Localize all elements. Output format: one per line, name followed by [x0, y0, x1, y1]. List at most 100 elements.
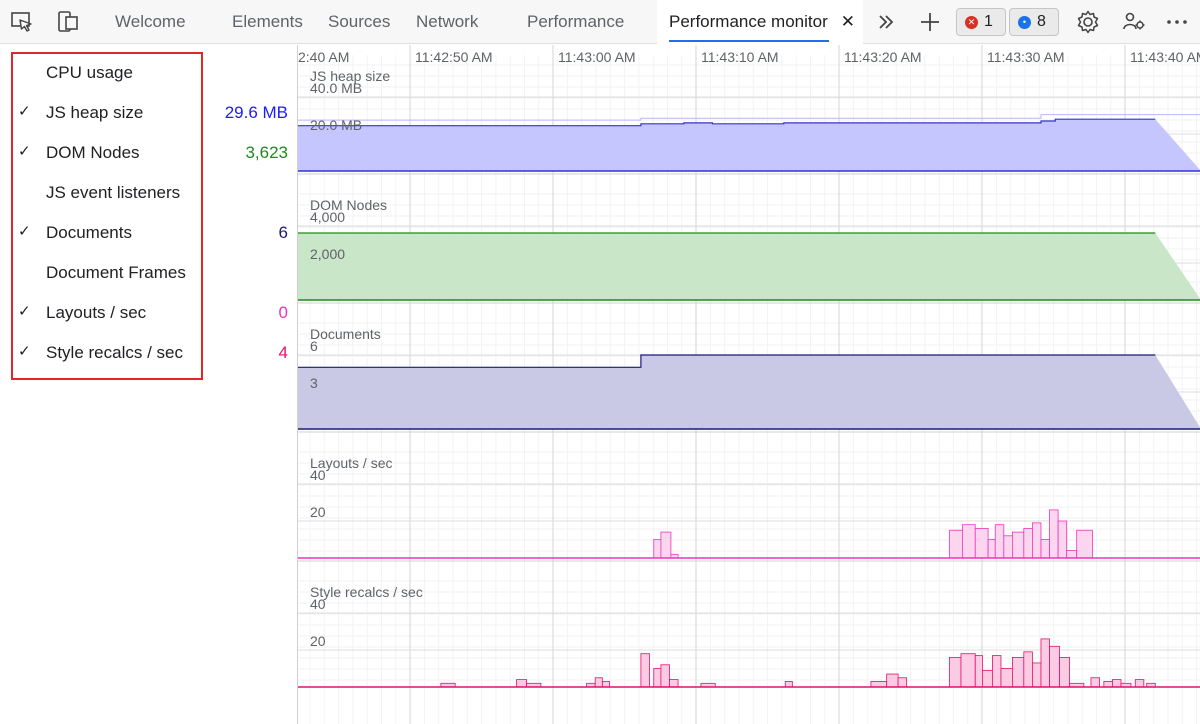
series-bar — [974, 527, 989, 559]
series-bar — [1066, 550, 1078, 559]
series-bar — [1023, 651, 1033, 688]
value-axis-label: 40 — [310, 467, 326, 483]
metric-toggle[interactable]: ✓ Layouts / sec 0 — [0, 294, 298, 334]
message-count: 8 — [1037, 13, 1046, 30]
series-bar — [1049, 645, 1060, 688]
series-bar — [949, 529, 963, 559]
checkmark-icon: ✓ — [18, 223, 31, 240]
more-options-icon[interactable] — [1163, 8, 1191, 36]
checkmark-icon: ✓ — [18, 303, 31, 320]
value-axis-label: 2,000 — [310, 246, 346, 262]
series-bar — [960, 653, 976, 688]
series-bar — [994, 524, 1005, 559]
time-tick-label: 11:43:30 AM — [987, 49, 1065, 65]
series-bar — [660, 531, 672, 559]
series-bar — [870, 681, 888, 688]
checkmark-icon: ✓ — [18, 143, 31, 160]
time-tick-label: 11:42:50 AM — [415, 49, 493, 65]
value-axis-label: 20.0 MB — [310, 117, 363, 133]
errors-badge[interactable]: ✕ 1 — [956, 8, 1006, 36]
inspect-element-icon[interactable] — [8, 8, 36, 36]
series-bar — [897, 677, 908, 688]
metric-label: CPU usage — [46, 63, 133, 82]
tab-performance-monitor-label: Performance monitor — [669, 12, 828, 31]
series-bar — [1011, 531, 1025, 559]
metric-label: Documents — [46, 223, 132, 242]
metric-toggle[interactable]: ✓ JS heap size 29.6 MB — [0, 94, 298, 134]
series-bar — [1032, 662, 1042, 688]
close-tab-icon[interactable]: ✕ — [841, 0, 855, 44]
series-bar — [1003, 535, 1013, 559]
metric-label: Layouts / sec — [46, 303, 147, 322]
series-bar — [1134, 679, 1145, 688]
metric-label: JS event listeners — [46, 183, 181, 202]
metric-toggle[interactable]: ✓ DOM Nodes 3,623 — [0, 134, 298, 174]
time-tick-label: 11:43:00 AM — [558, 49, 636, 65]
metric-toggle[interactable]: JS event listeners — [0, 174, 298, 214]
metric-label: JS heap size — [46, 103, 144, 122]
series-bar — [886, 673, 899, 688]
series-bar — [1090, 677, 1100, 688]
device-toolbar-icon[interactable] — [54, 8, 82, 36]
metric-value: 29.6 MB — [224, 103, 288, 122]
series-bar — [1000, 668, 1013, 688]
series-area — [298, 119, 1200, 171]
series-bar — [1057, 520, 1068, 559]
series-bar — [961, 524, 976, 559]
series-bar — [653, 539, 662, 559]
series-bar — [987, 539, 996, 559]
series-bar — [974, 655, 983, 688]
tab-welcome[interactable]: Welcome — [98, 0, 203, 44]
metric-label: DOM Nodes — [46, 143, 140, 162]
checkmark-icon: ✓ — [18, 103, 31, 120]
metric-label: Document Frames — [46, 263, 186, 282]
series-bar — [601, 681, 610, 688]
value-axis-label: 3 — [310, 375, 318, 391]
message-icon: • — [1018, 15, 1031, 29]
chart-title: Documents — [310, 326, 381, 342]
series-bar — [991, 655, 1002, 688]
metric-toggle[interactable]: ✓ Style recalcs / sec 4 — [0, 334, 298, 374]
error-icon: ✕ — [965, 15, 978, 29]
metric-toggle[interactable]: CPU usage — [0, 54, 298, 94]
series-bar — [640, 653, 650, 688]
time-tick-label: 11:43:20 AM — [844, 49, 922, 65]
metric-toggle[interactable]: Document Frames — [0, 254, 298, 294]
metric-value: 4 — [278, 343, 288, 362]
error-count: 1 — [984, 13, 993, 30]
checkmark-icon: ✓ — [18, 343, 31, 360]
tab-network[interactable]: Network — [402, 0, 492, 44]
add-tab-icon[interactable] — [916, 8, 944, 36]
more-tabs-icon[interactable] — [872, 8, 900, 36]
series-bar — [1076, 529, 1093, 559]
series-bar — [1032, 522, 1042, 559]
metric-toggle[interactable]: ✓ Documents 6 — [0, 214, 298, 254]
performance-charts: 2:40 AM 11:42:50 AM 11:43:00 AM 11:43:10 AM… — [297, 45, 1200, 724]
series-bar — [1049, 509, 1059, 559]
value-axis-label: 20 — [310, 633, 326, 649]
series-bar — [516, 679, 528, 688]
series-bar — [1112, 679, 1122, 688]
chart-title: Style recalcs / sec — [310, 584, 423, 600]
metrics-sidebar: CPU usage ✓ JS heap size 29.6 MB ✓ DOM Nodes 3… — [0, 45, 298, 724]
devtools-toolbar: Welcome Elements Sources Network Perform… — [0, 0, 1200, 44]
value-axis-label: 20 — [310, 504, 326, 520]
metric-label: Style recalcs / sec — [46, 343, 183, 362]
series-bar — [1040, 638, 1050, 688]
value-axis-label: 4,000 — [310, 209, 346, 225]
time-tick-label: 2:40 AM — [298, 49, 350, 65]
time-tick-label: 11:43:10 AM — [701, 49, 779, 65]
messages-badge[interactable]: • 8 — [1009, 8, 1059, 36]
series-bar — [1059, 657, 1070, 688]
series-bar — [981, 669, 993, 688]
tab-sources[interactable]: Sources — [314, 0, 404, 44]
tab-performance[interactable]: Performance — [512, 0, 639, 44]
settings-gear-icon[interactable] — [1074, 8, 1102, 36]
metric-value: 3,623 — [245, 143, 288, 162]
series-bar — [1040, 539, 1050, 559]
customize-devtools-icon[interactable] — [1120, 8, 1148, 36]
series-bar — [669, 679, 679, 688]
tab-performance-monitor[interactable]: Performance monitor ✕ — [657, 0, 863, 44]
value-axis-label: 40 — [310, 596, 326, 612]
tab-elements[interactable]: Elements — [217, 0, 318, 44]
